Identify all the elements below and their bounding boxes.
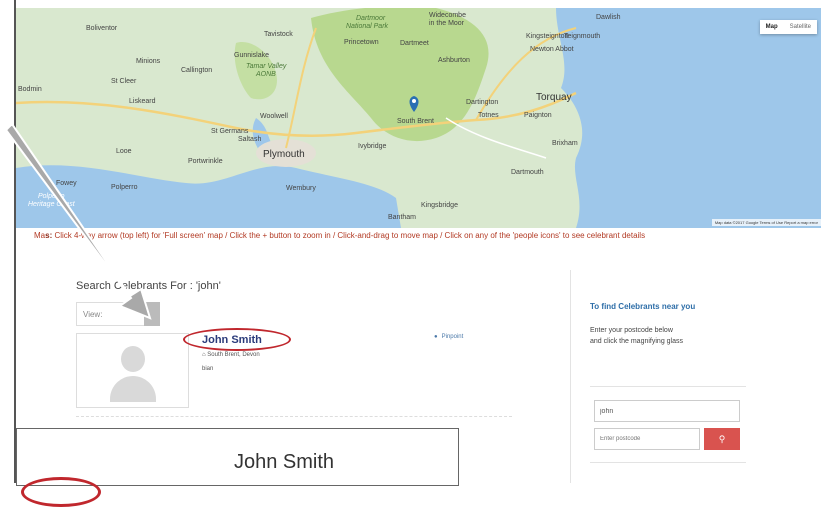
label-dawlish: Dawlish (596, 14, 621, 21)
zoomed-highlight-ring (21, 477, 101, 507)
sidebar-text-line2: and click the magnifying glass (590, 338, 683, 345)
label-widecombe: Widecombe (429, 12, 466, 19)
celebrant-location: ⌂ South Brent, Devon (202, 352, 260, 358)
sidebar-separator-top (590, 386, 746, 387)
label-st-germans: St Germans (211, 128, 249, 135)
lyme-bay (556, 8, 821, 228)
label-princetown: Princetown (344, 39, 379, 46)
view-select-label: View: (83, 310, 103, 319)
view-select[interactable]: View: (76, 302, 160, 326)
page-frame: Boliventor Tavistock Dartmoor National P… (14, 0, 821, 507)
postcode-input[interactable] (594, 428, 700, 450)
label-kingsteignton: Kingsteignton (526, 33, 569, 40)
label-portwrinkle: Portwrinkle (188, 158, 223, 165)
label-bodmin: Bodmin (18, 86, 42, 93)
label-brixham: Brixham (552, 140, 578, 147)
sidebar-divider (570, 270, 571, 483)
label-dartmouth: Dartmouth (511, 169, 544, 176)
avatar-body-icon (110, 376, 156, 402)
map-attribution: Map data ©2017 Google Terms of Use Repor… (711, 219, 821, 226)
label-looe: Looe (116, 148, 132, 155)
label-polperro-heritage: Polperro (38, 193, 65, 200)
pinpoint-label[interactable]: Pinpoint (442, 334, 464, 340)
celebrant-photo-placeholder[interactable] (76, 333, 189, 408)
label-heritage-coast: Heritage Coast (28, 201, 76, 208)
map-instructions: Mas: Click 4-way arrow (top left) for 'F… (34, 231, 645, 240)
label-newton-abbot: Newton Abbot (530, 46, 574, 53)
label-gunnislake: Gunnislake (234, 52, 269, 59)
sidebar-separator-bottom (590, 462, 746, 463)
map-view[interactable]: Boliventor Tavistock Dartmoor National P… (16, 8, 821, 228)
avatar-head-icon (121, 346, 145, 372)
label-tamar-valley: Tamar Valley (246, 63, 287, 70)
label-dartmoor: Dartmoor (356, 15, 386, 22)
celebrant-location-text: South Brent, Devon (207, 352, 260, 358)
pin-icon: ● (434, 334, 438, 340)
label-boliventor: Boliventor (86, 25, 118, 32)
label-polperro: Polperro (111, 184, 138, 191)
highlight-ring (183, 328, 291, 351)
label-in-the-moor: in the Moor (429, 20, 465, 27)
label-ivybridge: Ivybridge (358, 143, 387, 150)
label-fowey: Fowey (56, 180, 77, 187)
label-paignton: Paignton (524, 112, 552, 119)
instructions-prefix: Ma (34, 231, 46, 240)
label-liskeard: Liskeard (129, 98, 156, 105)
label-torquay: Torquay (536, 92, 572, 103)
label-wembury: Wembury (286, 185, 316, 192)
instructions-text: Click 4-way arrow (top left) for 'Full s… (52, 231, 646, 240)
map-type-control[interactable]: Map Satellite (759, 20, 817, 34)
search-button[interactable]: ⚲ (704, 428, 740, 450)
results-title: Search Celebrants For : 'john' (76, 280, 221, 292)
label-national-park: National Park (346, 23, 389, 30)
map-type-map-button[interactable]: Map (760, 20, 784, 34)
map-canvas[interactable]: Boliventor Tavistock Dartmoor National P… (16, 8, 821, 228)
label-callington: Callington (181, 67, 212, 74)
pinpoint-link[interactable]: ● Pinpoint (434, 334, 467, 340)
label-totnes: Totnes (478, 112, 499, 119)
sidebar-title: To find Celebrants near you (590, 302, 696, 311)
label-aonb: AONB (255, 71, 276, 78)
sidebar-instructions: Enter your postcode below and click the … (590, 325, 750, 347)
label-ashburton: Ashburton (438, 57, 470, 64)
sidebar-text-line1: Enter your postcode below (590, 327, 673, 334)
label-south-brent: South Brent (397, 118, 434, 125)
label-saltash: Saltash (238, 136, 261, 143)
zoomed-celebrant-name: John Smith (234, 451, 335, 473)
map-type-satellite-button[interactable]: Satellite (784, 20, 817, 34)
zoomed-callout: John Smith (16, 428, 459, 507)
magnifier-icon: ⚲ (718, 433, 726, 444)
label-plymouth: Plymouth (263, 149, 305, 160)
label-dartington: Dartington (466, 99, 498, 106)
celebrant-role: bian (202, 366, 214, 372)
label-teignmouth: Teignmouth (564, 33, 600, 40)
label-bantham: Bantham (388, 214, 416, 221)
name-search-input[interactable] (594, 400, 740, 422)
result-divider (76, 416, 512, 417)
label-woolwell: Woolwell (260, 113, 288, 120)
label-st-cleer: St Cleer (111, 78, 137, 85)
view-select-arrow[interactable] (144, 302, 160, 326)
label-tavistock: Tavistock (264, 31, 293, 38)
label-minions: Minions (136, 58, 161, 65)
label-kingsbridge: Kingsbridge (421, 202, 458, 209)
label-dartmeet: Dartmeet (400, 40, 429, 47)
